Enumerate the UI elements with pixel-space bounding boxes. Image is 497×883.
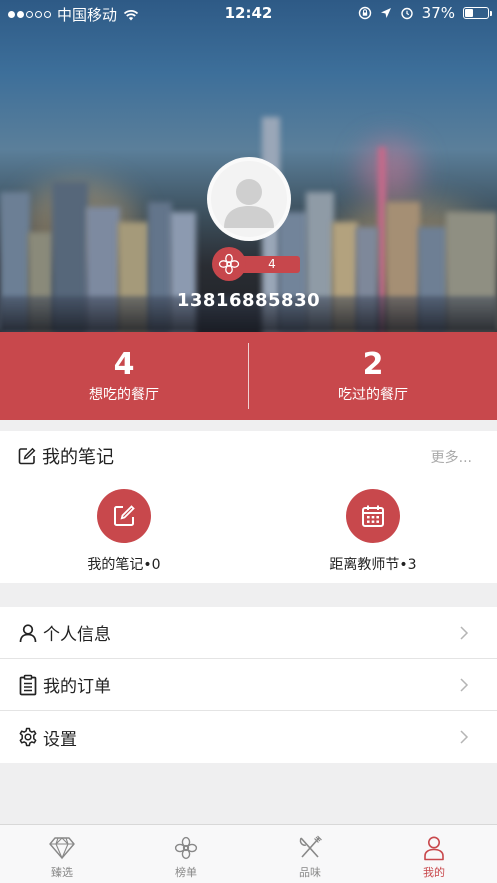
level-badge: 4: [212, 247, 300, 281]
settings-list: 个人信息 我的订单 设置: [0, 607, 497, 763]
edit-icon: [97, 489, 151, 543]
menu-item-label: 我的订单: [43, 677, 111, 697]
have-eaten-stat[interactable]: 2 吃过的餐厅: [249, 332, 497, 420]
tab-label: 品味: [299, 866, 321, 879]
notes-title: 我的笔记: [42, 447, 114, 468]
chevron-right-icon: [460, 626, 469, 640]
menu-item-my-orders[interactable]: 我的订单: [0, 659, 497, 711]
person-icon: [372, 833, 496, 863]
chevron-right-icon: [460, 678, 469, 692]
menu-item-settings[interactable]: 设置: [0, 711, 497, 763]
edit-icon: [18, 447, 36, 465]
note-item-label: 距离教师节•3: [329, 557, 417, 573]
level-value: 4: [238, 256, 300, 273]
chevron-right-icon: [460, 730, 469, 744]
stat-value: 4: [113, 347, 135, 382]
teachers-day-countdown-button[interactable]: 距离教师节•3: [273, 489, 473, 574]
tab-label: 榜单: [175, 866, 197, 879]
calendar-icon: [346, 489, 400, 543]
rotation-lock-icon: [358, 6, 371, 20]
alarm-icon: [400, 7, 413, 20]
stat-label: 吃过的餐厅: [338, 387, 408, 403]
tab-mine[interactable]: 我的: [372, 825, 496, 883]
clipboard-icon: [17, 674, 39, 696]
flower-icon: [212, 247, 246, 281]
tab-label: 我的: [423, 866, 445, 879]
notes-more-link[interactable]: 更多...: [431, 447, 472, 467]
default-avatar-icon: [224, 179, 274, 228]
diamond-icon: [0, 833, 124, 863]
note-item-label: 我的笔记•0: [87, 557, 161, 573]
stat-value: 2: [362, 347, 384, 382]
menu-item-profile-info[interactable]: 个人信息: [0, 607, 497, 659]
gear-icon: [17, 726, 39, 748]
stats-bar: 4 想吃的餐厅 2 吃过的餐厅: [0, 332, 497, 420]
tab-rankings[interactable]: 榜单: [124, 825, 248, 883]
person-icon: [17, 622, 39, 644]
utensils-icon: [248, 833, 372, 863]
user-phone: 13816885830: [176, 290, 321, 311]
want-to-eat-stat[interactable]: 4 想吃的餐厅: [0, 332, 248, 420]
avatar[interactable]: [207, 157, 291, 241]
tab-featured[interactable]: 臻选: [0, 825, 124, 883]
menu-item-label: 设置: [43, 729, 77, 750]
stat-label: 想吃的餐厅: [89, 387, 159, 403]
battery-percent: 37%: [421, 4, 455, 22]
tab-label: 臻选: [51, 866, 73, 879]
profile-header: 中国移动 12:42 37% 4 13816885830: [0, 0, 497, 332]
flower-icon: [124, 833, 248, 863]
my-notes-button[interactable]: 我的笔记•0: [24, 489, 224, 574]
tab-taste[interactable]: 品味: [248, 825, 372, 883]
status-bar: 中国移动 12:42 37%: [0, 0, 497, 26]
notes-header: 我的笔记: [18, 443, 114, 469]
battery-icon: [463, 7, 492, 19]
notes-card: 我的笔记 更多... 我的笔记•0 距离教师节•3: [0, 431, 497, 583]
menu-item-label: 个人信息: [43, 625, 111, 645]
location-icon: [380, 8, 391, 18]
tab-bar: 臻选 榜单 品味 我的: [0, 824, 497, 883]
